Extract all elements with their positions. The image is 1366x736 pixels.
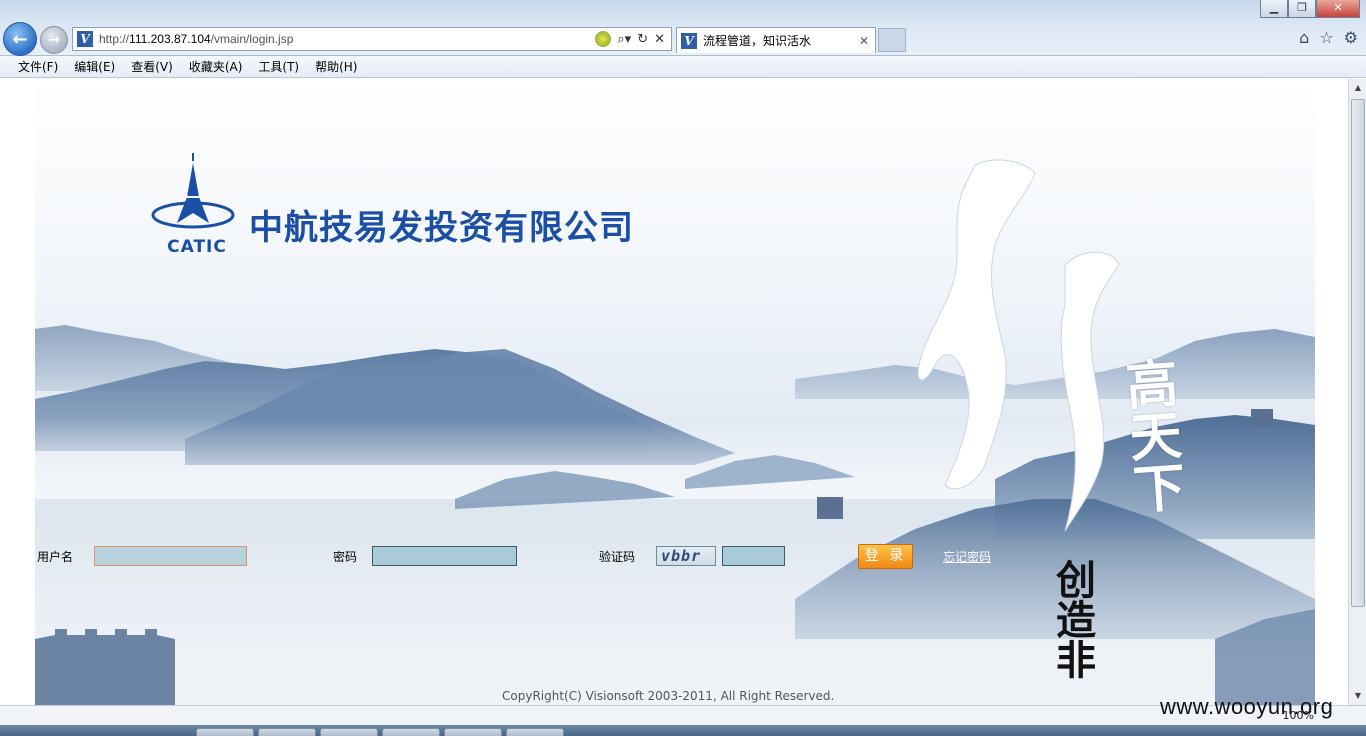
- refresh-icon[interactable]: ↻: [637, 32, 648, 47]
- scroll-thumb[interactable]: [1351, 99, 1365, 607]
- menu-favorites[interactable]: 收藏夹(A): [189, 58, 243, 75]
- username-input[interactable]: [94, 546, 247, 566]
- taskbar-button[interactable]: [444, 728, 502, 736]
- menu-view[interactable]: 查看(V): [131, 58, 173, 75]
- login-stage: CATIC 中航技易发投资有限公司 高天下 创造非 用户名 密码 验证码 vbb…: [35, 79, 1315, 705]
- copyright-text: CopyRight(C) Visionsoft 2003-2011, All R…: [502, 689, 835, 703]
- tab-favicon-icon: V: [681, 32, 697, 49]
- url-prefix: http://: [99, 32, 130, 46]
- page-viewport: CATIC 中航技易发投资有限公司 高天下 创造非 用户名 密码 验证码 vbb…: [0, 79, 1348, 705]
- minimize-button[interactable]: ▁: [1260, 0, 1288, 18]
- vertical-scrollbar[interactable]: ▲ ▼: [1348, 79, 1366, 705]
- scroll-down-icon[interactable]: ▼: [1351, 689, 1365, 703]
- close-window-button[interactable]: ✕: [1316, 0, 1360, 18]
- username-label: 用户名: [37, 550, 74, 564]
- browser-chrome: ▁ ❐ ✕ ← → V http://111.203.87.104/vmain/…: [0, 0, 1366, 56]
- slogan-line2: 创造非: [1049, 559, 1096, 679]
- settings-icon[interactable]: ⚙: [1344, 28, 1358, 47]
- back-button[interactable]: ←: [3, 22, 37, 56]
- captcha-input[interactable]: [722, 546, 785, 566]
- taskbar-button[interactable]: [258, 728, 316, 736]
- url-path: /vmain/login.jsp: [210, 32, 294, 46]
- tab-active[interactable]: V 流程管道，知识活水 ✕: [676, 27, 876, 53]
- menu-bar: 文件(F) 编辑(E) 查看(V) 收藏夹(A) 工具(T) 帮助(H): [0, 56, 1366, 78]
- menu-tools[interactable]: 工具(T): [258, 58, 299, 75]
- captcha-label: 验证码: [599, 550, 636, 564]
- menu-edit[interactable]: 编辑(E): [74, 58, 115, 75]
- password-input[interactable]: [372, 546, 517, 566]
- slogan-line1: 高天下: [1114, 355, 1187, 516]
- calligraphy-brush-icon: [917, 159, 1120, 532]
- taskbar-button[interactable]: [320, 728, 378, 736]
- address-tools: ⌕▾ ↻ ✕: [595, 31, 671, 47]
- password-label: 密码: [333, 550, 358, 564]
- maximize-button[interactable]: ❐: [1288, 0, 1316, 18]
- taskbar-button[interactable]: [196, 728, 254, 736]
- login-button[interactable]: 登 录: [858, 544, 913, 569]
- taskbar-button[interactable]: [506, 728, 564, 736]
- home-icon[interactable]: ⌂: [1299, 28, 1309, 47]
- taskbar-button[interactable]: [382, 728, 440, 736]
- url-host: 111.203.87.104: [129, 32, 211, 46]
- compatibility-view-icon[interactable]: [595, 31, 612, 47]
- scroll-up-icon[interactable]: ▲: [1351, 81, 1365, 95]
- watermark-text: www.wooyun.org: [1160, 694, 1334, 719]
- window-controls: ▁ ❐ ✕: [1260, 0, 1360, 18]
- url-text[interactable]: http://111.203.87.104/vmain/login.jsp: [99, 32, 293, 46]
- company-name: 中航技易发投资有限公司: [249, 208, 634, 248]
- stop-icon[interactable]: ✕: [654, 32, 665, 47]
- forward-button[interactable]: →: [40, 26, 68, 54]
- logo-text: CATIC: [167, 237, 227, 257]
- menu-file[interactable]: 文件(F): [18, 58, 58, 75]
- company-logo: CATIC: [147, 153, 237, 257]
- search-icon[interactable]: ⌕▾: [617, 32, 631, 47]
- favorites-icon[interactable]: ☆: [1319, 28, 1333, 47]
- menu-help[interactable]: 帮助(H): [315, 58, 357, 75]
- tab-title: 流程管道，知识活水: [703, 34, 812, 48]
- back-icon: ←: [12, 28, 28, 50]
- captcha-image[interactable]: vbbr: [656, 546, 716, 566]
- catic-emblem-icon: [151, 153, 235, 229]
- forgot-password-link[interactable]: 忘记密码: [943, 548, 991, 565]
- new-tab-button[interactable]: [878, 28, 906, 52]
- browser-toolbar-right: ⌂ ☆ ⚙: [1299, 28, 1358, 47]
- site-favicon-icon: V: [77, 31, 93, 47]
- tab-close-icon[interactable]: ✕: [859, 34, 869, 48]
- address-bar[interactable]: V http://111.203.87.104/vmain/login.jsp …: [72, 27, 672, 51]
- forward-icon: →: [48, 32, 60, 48]
